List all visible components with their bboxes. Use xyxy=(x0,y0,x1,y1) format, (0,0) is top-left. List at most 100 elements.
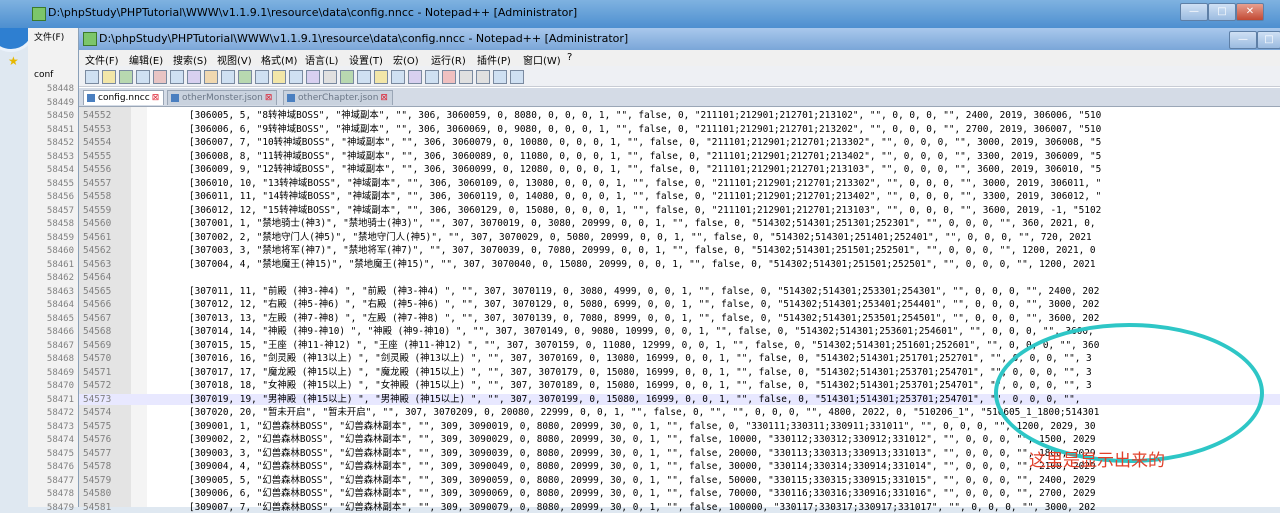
back-line-number: 58473 xyxy=(46,421,74,432)
line-text: [306010, 10, "13转神域BOSS", "神域副本", "", 30… xyxy=(189,177,1102,189)
back-line-number: 58455 xyxy=(46,178,74,189)
line-number: 54572 xyxy=(83,380,112,391)
line-number: 54565 xyxy=(83,285,112,297)
menu-item[interactable]: 文件(F) xyxy=(85,52,119,67)
back-line-number: 58464 xyxy=(46,300,74,310)
line-text: [307018, 18, "女神殿 (神15以上) ", "女神殿 (神15以上… xyxy=(189,380,1092,391)
fold-margin xyxy=(131,107,147,507)
menu-item[interactable]: 宏(O) xyxy=(393,52,419,67)
line-number: 54581 xyxy=(83,501,112,513)
toolbar-button[interactable] xyxy=(391,70,405,84)
line-text: [307011, 11, "前殿 (神3-神4) ", "前殿 (神3-神4) … xyxy=(189,285,1100,297)
back-line-number: 58470 xyxy=(46,381,74,391)
line-number: 54578 xyxy=(83,461,112,472)
back-line-number: 58474 xyxy=(46,435,74,445)
toolbar-button[interactable] xyxy=(187,70,201,84)
back-line-number: 58466 xyxy=(46,327,74,337)
file-icon xyxy=(171,94,179,102)
line-text: [307014, 14, "神殿 (神9-神10) ", "神殿 (神9-神10… xyxy=(189,326,1094,337)
toolbar-button[interactable] xyxy=(408,70,422,84)
toolbar-button[interactable] xyxy=(357,70,371,84)
line-text: [307003, 3, "禁地将军(神7)", "禁地将军(神7)", "", … xyxy=(189,245,1096,256)
toolbar-button[interactable] xyxy=(374,70,388,84)
toolbar-button[interactable] xyxy=(204,70,218,84)
back-maximize-button[interactable]: □ xyxy=(1208,3,1236,21)
menu-item[interactable]: 窗口(W) xyxy=(523,52,561,67)
toolbar-button[interactable] xyxy=(425,70,439,84)
line-number: 54559 xyxy=(83,204,112,216)
back-line-number: 58458 xyxy=(46,219,74,229)
toolbar-button[interactable] xyxy=(255,70,269,84)
tab-othermonster-json[interactable]: otherMonster.json ⊠ xyxy=(167,90,278,105)
menu-item[interactable]: 语言(L) xyxy=(305,52,338,67)
back-line-number: 58457 xyxy=(46,205,74,216)
toolbar xyxy=(79,66,1280,87)
toolbar-button[interactable] xyxy=(119,70,133,84)
back-line-number: 58465 xyxy=(46,313,74,324)
line-number: 54558 xyxy=(83,191,112,202)
menu-item[interactable]: 编辑(E) xyxy=(129,52,163,67)
titlebar: D:\phpStudy\PHPTutorial\WWW\v1.1.9.1\res… xyxy=(79,28,1280,50)
back-line-number: 58451 xyxy=(46,124,74,135)
maximize-button[interactable]: □ xyxy=(1257,31,1280,49)
back-close-button[interactable]: ✕ xyxy=(1236,3,1264,21)
menu-item[interactable]: ? xyxy=(567,52,572,63)
minimize-button[interactable]: — xyxy=(1229,31,1257,49)
line-number: 54569 xyxy=(83,339,112,351)
toolbar-button[interactable] xyxy=(510,70,524,84)
line-text: [306005, 5, "8转神域BOSS", "神域副本", "", 306,… xyxy=(189,110,1102,121)
tab-config-nncc[interactable]: config.nncc ⊠ xyxy=(83,90,165,105)
toolbar-button[interactable] xyxy=(85,70,99,84)
tab-otherchapter-json[interactable]: otherChapter.json ⊠ xyxy=(283,90,393,105)
toolbar-button[interactable] xyxy=(476,70,490,84)
close-icon[interactable]: ⊠ xyxy=(152,93,160,103)
line-number: 54570 xyxy=(83,353,112,364)
toolbar-button[interactable] xyxy=(323,70,337,84)
toolbar-button[interactable] xyxy=(153,70,167,84)
back-line-number: 58454 xyxy=(46,165,74,175)
menu-item[interactable]: 格式(M) xyxy=(261,52,297,67)
back-tab-config[interactable]: conf xyxy=(34,70,53,80)
toolbar-button[interactable] xyxy=(272,70,286,84)
back-line-number: 58459 xyxy=(46,232,74,243)
toolbar-button[interactable] xyxy=(493,70,507,84)
toolbar-button[interactable] xyxy=(170,70,184,84)
menu-item[interactable]: 插件(P) xyxy=(477,52,511,67)
line-text: [307013, 13, "左殿 (神7-神8) ", "左殿 (神7-神8) … xyxy=(189,312,1100,324)
annotation-circle xyxy=(994,323,1264,463)
line-number: 54568 xyxy=(83,326,112,337)
toolbar-button[interactable] xyxy=(136,70,150,84)
toolbar-button[interactable] xyxy=(289,70,303,84)
line-number: 54576 xyxy=(83,434,112,445)
close-icon[interactable]: ⊠ xyxy=(265,93,273,103)
line-text: [309007, 7, "幻兽森林BOSS", "幻兽森林副本", "", 30… xyxy=(189,501,1096,513)
back-menu-file[interactable]: 文件(F) xyxy=(34,30,64,43)
back-line-number: 58456 xyxy=(46,192,74,202)
toolbar-button[interactable] xyxy=(442,70,456,84)
menu-item[interactable]: 运行(R) xyxy=(431,52,466,67)
back-window-title: D:\phpStudy\PHPTutorial\WWW\v1.1.9.1\res… xyxy=(48,6,578,19)
menu-item[interactable]: 视图(V) xyxy=(217,52,252,67)
toolbar-button[interactable] xyxy=(340,70,354,84)
back-line-number: 58468 xyxy=(46,354,74,364)
menu-item[interactable]: 设置(T) xyxy=(349,52,383,67)
file-icon xyxy=(287,94,295,102)
window-title: D:\phpStudy\PHPTutorial\WWW\v1.1.9.1\res… xyxy=(99,32,629,45)
toolbar-button[interactable] xyxy=(459,70,473,84)
close-icon[interactable]: ⊠ xyxy=(380,93,388,103)
line-number: 54554 xyxy=(83,137,112,148)
back-line-number: 58472 xyxy=(46,408,74,418)
toolbar-button[interactable] xyxy=(238,70,252,84)
back-line-number: 58467 xyxy=(46,340,74,351)
toolbar-button[interactable] xyxy=(102,70,116,84)
line-text: [309004, 4, "幻兽森林BOSS", "幻兽森林副本", "", 30… xyxy=(189,461,1096,472)
line-number: 54564 xyxy=(83,272,112,283)
back-minimize-button[interactable]: — xyxy=(1180,3,1208,21)
back-window-titlebar: D:\phpStudy\PHPTutorial\WWW\v1.1.9.1\res… xyxy=(0,0,1280,28)
toolbar-button[interactable] xyxy=(221,70,235,84)
line-number: 54552 xyxy=(83,110,112,121)
toolbar-button[interactable] xyxy=(306,70,320,84)
line-text: [307016, 16, "剑灵殿 (神13以上) ", "剑灵殿 (神13以上… xyxy=(189,353,1092,364)
menu-item[interactable]: 搜索(S) xyxy=(173,52,207,67)
line-text: [309005, 5, "幻兽森林BOSS", "幻兽森林副本", "", 30… xyxy=(189,474,1096,486)
